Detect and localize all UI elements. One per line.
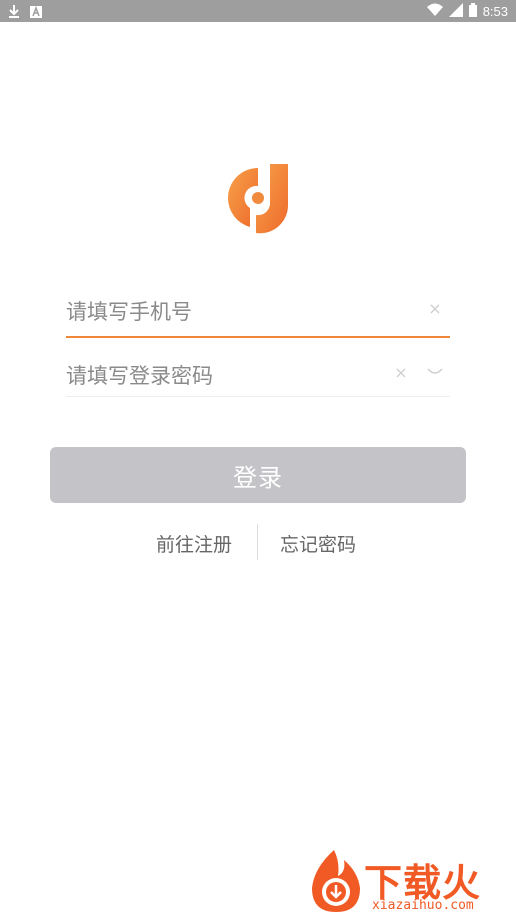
watermark-flame-icon — [304, 848, 366, 918]
battery-icon — [468, 2, 477, 21]
download-icon — [8, 3, 20, 22]
app-logo — [220, 160, 296, 236]
wifi-icon — [426, 2, 443, 21]
password-field: × — [66, 356, 450, 397]
login-button[interactable]: 登录 — [50, 447, 466, 503]
eye-closed-icon[interactable] — [426, 364, 444, 378]
phone-field: × — [66, 292, 450, 338]
watermark-url: xiazaihuo.com — [372, 898, 474, 913]
forgot-password-link[interactable]: 忘记密码 — [280, 530, 356, 557]
phone-input[interactable] — [66, 292, 406, 332]
clear-password-icon[interactable]: × — [394, 365, 408, 381]
link-divider — [257, 524, 258, 560]
clear-phone-icon[interactable]: × — [428, 301, 442, 317]
password-input[interactable] — [66, 356, 406, 396]
status-bar: 8:53 — [0, 0, 516, 22]
notification-a-icon — [30, 3, 42, 22]
auth-links: 前往注册 忘记密码 — [0, 524, 516, 560]
signal-icon — [448, 2, 463, 21]
register-link[interactable]: 前往注册 — [156, 530, 232, 557]
status-time: 8:53 — [482, 3, 508, 19]
watermark: 下载火 xiazaihuo.com — [302, 848, 516, 916]
